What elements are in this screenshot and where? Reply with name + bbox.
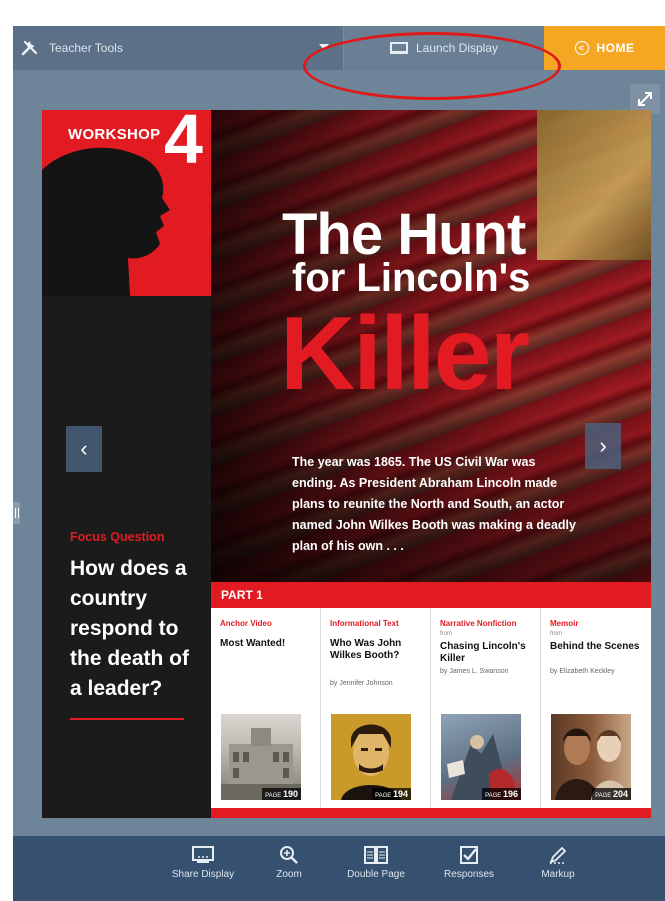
next-page-button[interactable]: › <box>585 423 621 469</box>
chevron-right-icon: › <box>599 433 607 458</box>
selection-card-narrative-nonfiction[interactable]: Narrative Nonfiction from Chasing Lincol… <box>431 608 541 808</box>
page-tag: PAGE 190 <box>262 788 301 800</box>
card-author: by James L. Swanson <box>440 668 509 675</box>
part-label: PART 1 <box>221 588 263 602</box>
card-category: Anchor Video <box>220 619 272 628</box>
markup-icon <box>548 844 568 866</box>
card-title: Chasing Lincoln's Killer <box>440 641 526 664</box>
markup-button[interactable]: Markup <box>518 844 598 880</box>
screenshot-frame: Teacher Tools Launch Display < HOME WORK… <box>0 0 665 901</box>
page-tag: PAGE 194 <box>372 788 411 800</box>
card-category: Informational Text <box>330 619 399 628</box>
card-category: Memoir <box>550 619 579 628</box>
workshop-header-box: WORKSHOP 4 <box>42 110 211 296</box>
card-category: Narrative Nonfiction <box>440 619 517 628</box>
responses-label: Responses <box>443 869 495 880</box>
share-display-button[interactable]: Share Display <box>163 844 243 880</box>
book-page: WORKSHOP 4 Focus Question How does a cou… <box>42 110 651 818</box>
intro-paragraph: The year was 1865. The US Civil War was … <box>292 455 576 553</box>
workshop-number: 4 <box>164 110 203 178</box>
title-line-2: for Lincoln's <box>292 256 531 300</box>
focus-question-text: How does a country respond to the death … <box>70 557 189 700</box>
building-thumbnail: PAGE 190 <box>221 714 301 800</box>
card-title: Most Wanted! <box>220 638 286 649</box>
chase-scene-thumbnail: PAGE 196 <box>441 714 521 800</box>
card-title: Who Was John Wilkes Booth? <box>330 638 402 661</box>
women-portrait-thumbnail: PAGE 204 <box>551 714 631 800</box>
share-display-icon <box>191 844 215 866</box>
teacher-tools-label: Teacher Tools <box>49 41 123 55</box>
booth-portrait-thumbnail: PAGE 194 <box>331 714 411 800</box>
bottom-toolbar: Share Display Zoom Double Page Responses… <box>13 836 665 901</box>
launch-display-button[interactable]: Launch Display <box>344 26 544 70</box>
responses-icon <box>459 844 479 866</box>
screen-icon <box>389 42 408 54</box>
card-title: Behind the Scenes <box>550 641 640 652</box>
home-label: HOME <box>596 41 635 55</box>
home-button[interactable]: < HOME <box>544 26 665 70</box>
title-line-3: Killer <box>280 296 530 412</box>
double-page-icon <box>363 844 389 866</box>
back-circle-icon: < <box>574 41 589 55</box>
part-header: PART 1 <box>211 582 651 608</box>
zoom-icon <box>279 844 299 866</box>
responses-button[interactable]: Responses <box>429 844 509 880</box>
top-bar: Teacher Tools Launch Display < HOME <box>13 26 665 70</box>
zoom-button[interactable]: Zoom <box>249 844 329 880</box>
card-from: from <box>550 631 562 637</box>
selection-card-memoir[interactable]: Memoir from Behind the Scenes by Elizabe… <box>541 608 651 808</box>
launch-display-label: Launch Display <box>415 41 499 55</box>
document-background-image <box>537 110 651 260</box>
markup-label: Markup <box>541 869 575 880</box>
dropdown-arrow-icon[interactable] <box>319 44 329 50</box>
ebook-reader: Teacher Tools Launch Display < HOME WORK… <box>13 26 665 901</box>
double-page-label: Double Page <box>347 869 405 880</box>
double-page-button[interactable]: Double Page <box>336 844 416 880</box>
page-footer-bar <box>211 808 651 818</box>
previous-page-button[interactable]: ‹ <box>66 426 102 472</box>
share-display-label: Share Display <box>171 869 235 880</box>
zoom-label: Zoom <box>276 869 302 880</box>
card-from: from <box>440 631 452 637</box>
chevron-left-icon: ‹ <box>80 436 88 461</box>
selection-cards: Anchor Video Most Wanted! PAGE 190 Infor… <box>211 608 651 808</box>
selection-card-anchor-video[interactable]: Anchor Video Most Wanted! PAGE 190 <box>211 608 321 808</box>
tools-icon <box>21 39 39 57</box>
page-tag: PAGE 204 <box>592 788 631 800</box>
card-author: by Elizabeth Keckley <box>550 668 615 675</box>
side-drawer-handle[interactable] <box>13 502 20 524</box>
focus-divider <box>70 718 184 720</box>
page-tag: PAGE 196 <box>482 788 521 800</box>
focus-question-label: Focus Question <box>70 530 165 544</box>
workshop-label: WORKSHOP <box>68 126 161 143</box>
selection-card-informational-text[interactable]: Informational Text Who Was John Wilkes B… <box>321 608 431 808</box>
teacher-tools-menu[interactable]: Teacher Tools <box>21 26 123 70</box>
card-author: by Jennifer Johnson <box>330 680 393 687</box>
